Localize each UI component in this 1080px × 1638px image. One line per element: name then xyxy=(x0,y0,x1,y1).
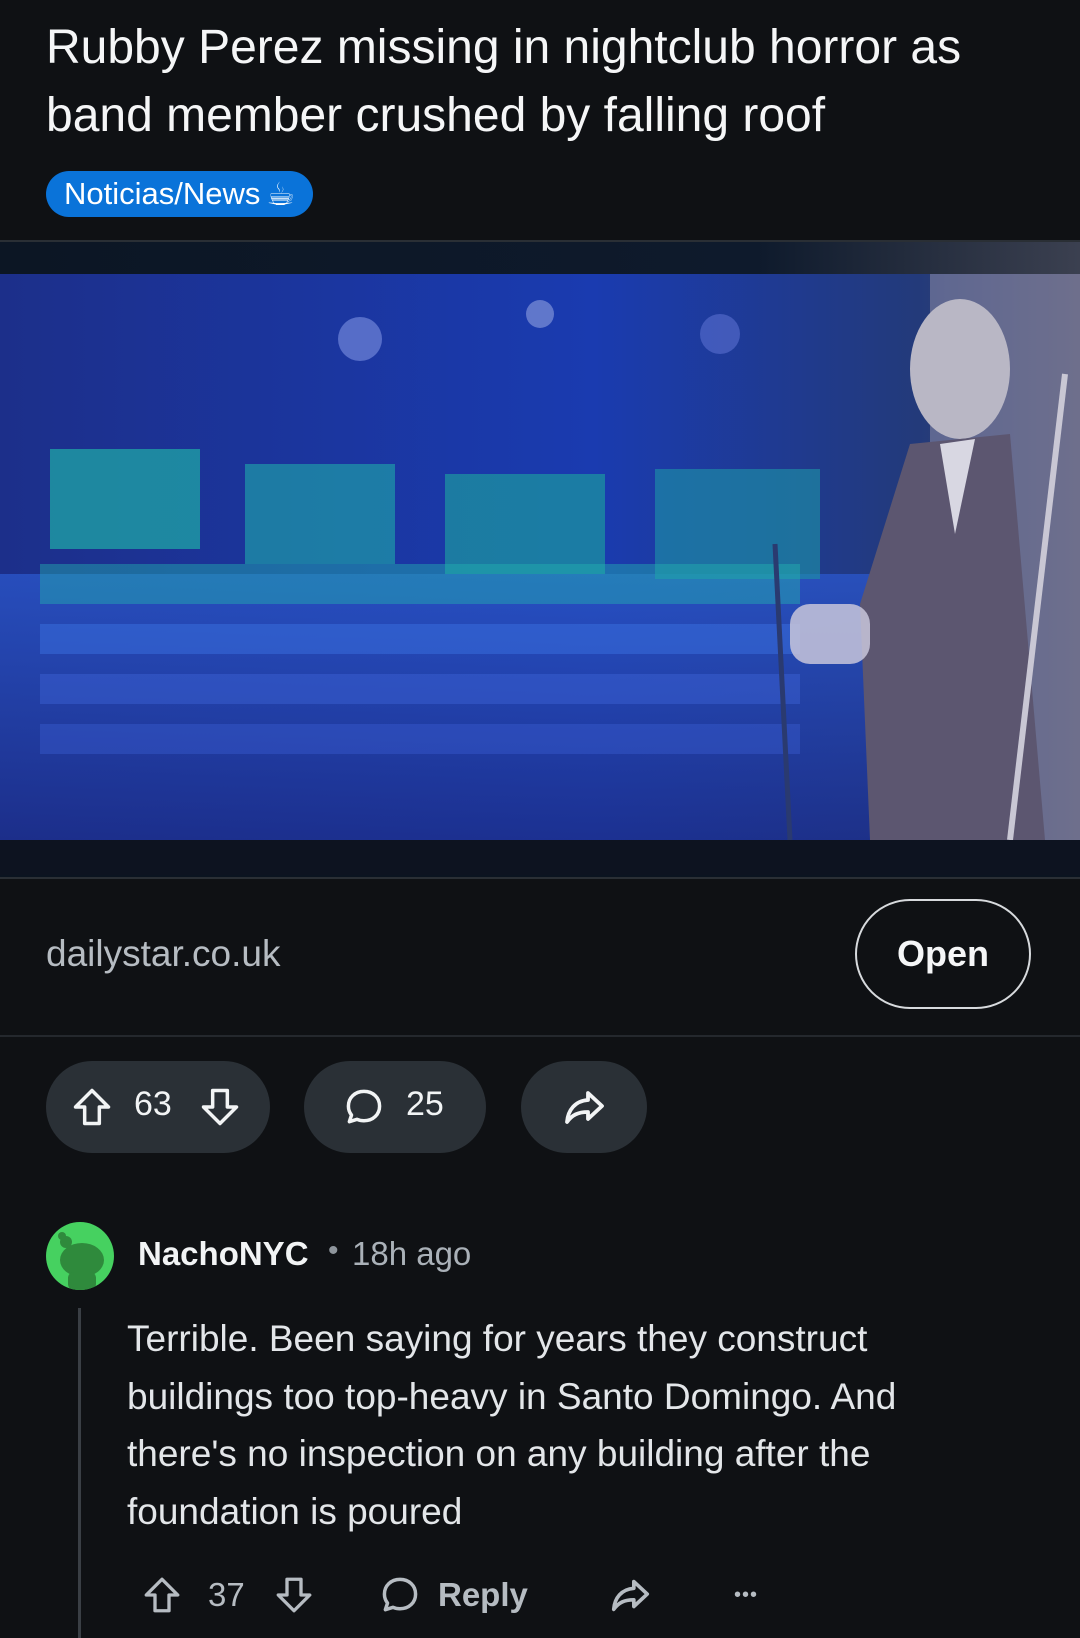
media-letterbox-bottom xyxy=(0,840,1080,875)
reply-bubble-icon xyxy=(382,1577,418,1612)
comment-body: Terrible. Been saying for years they con… xyxy=(127,1318,897,1532)
comment-author[interactable]: NachoNYC xyxy=(138,1235,309,1273)
post-vote-count: 63 xyxy=(134,1085,172,1123)
comment-timestamp: 18h ago xyxy=(352,1235,472,1272)
more-options-icon[interactable]: ••• xyxy=(734,1570,758,1620)
vote-pill: 63 xyxy=(46,1061,270,1153)
post-flair[interactable]: Noticias/News ☕ xyxy=(46,171,314,217)
upvote-icon[interactable] xyxy=(138,1570,186,1620)
share-button[interactable] xyxy=(521,1061,647,1153)
downvote-icon[interactable] xyxy=(270,1570,318,1620)
snoo-avatar-icon xyxy=(58,1232,104,1290)
downvote-icon[interactable] xyxy=(196,1083,244,1131)
link-preview-image[interactable] xyxy=(0,240,1080,879)
reply-label: Reply xyxy=(438,1576,528,1613)
link-bar: dailystar.co.uk Open xyxy=(0,877,1080,1037)
comment-action-bar: 37 Reply ••• xyxy=(138,1570,778,1620)
post-action-bar: 63 25 xyxy=(0,1061,1080,1153)
comment-bubble-icon xyxy=(340,1083,388,1131)
media-letterbox-top xyxy=(0,242,1080,274)
meta-separator: • xyxy=(328,1234,339,1267)
comment-vote-count: 37 xyxy=(208,1576,245,1613)
reply-button[interactable]: Reply xyxy=(378,1570,528,1620)
post-title[interactable]: Rubby Perez missing in nightclub horror … xyxy=(46,14,1046,150)
comment-count: 25 xyxy=(406,1085,444,1123)
video-thumbnail-art xyxy=(0,274,1080,840)
open-link-button[interactable]: Open xyxy=(855,899,1031,1009)
upvote-icon[interactable] xyxy=(68,1083,116,1131)
avatar[interactable] xyxy=(46,1222,114,1290)
coffee-icon: ☕ xyxy=(266,176,296,212)
flair-label: Noticias/News xyxy=(64,176,261,211)
link-domain[interactable]: dailystar.co.uk xyxy=(46,933,280,975)
share-icon xyxy=(560,1083,608,1131)
comments-button[interactable]: 25 xyxy=(304,1061,486,1153)
share-icon[interactable] xyxy=(606,1570,654,1620)
thread-line[interactable] xyxy=(78,1308,81,1638)
